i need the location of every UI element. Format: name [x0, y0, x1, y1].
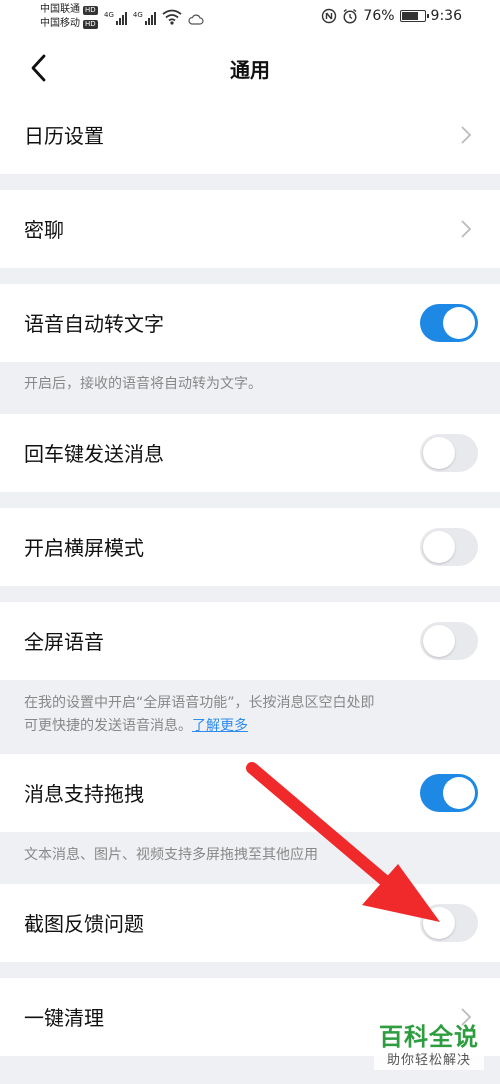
row-label: 密聊: [24, 218, 64, 242]
carrier-1: 中国联通: [40, 4, 80, 15]
fullscreen-voice-toggle[interactable]: [420, 622, 478, 660]
fullscreen-voice-note: 在我的设置中开启“全屏语音功能”，长按消息区空白处即 可更快捷的发送语音消息。了…: [24, 692, 474, 738]
hd-badge-1: HD: [83, 5, 98, 15]
page-title: 通用: [230, 58, 270, 82]
toggle-knob: [443, 307, 475, 339]
voice-to-text-note: 开启后，接收的语音将自动转为文字。: [24, 376, 262, 392]
row-label: 开启横屏模式: [24, 536, 144, 560]
signal-group: 4G 4G: [104, 9, 204, 25]
row-calendar-settings[interactable]: 日历设置: [0, 96, 500, 174]
carrier-2: 中国移动: [40, 18, 80, 29]
row-label: 回车键发送消息: [24, 442, 164, 466]
toggle-knob: [423, 625, 455, 657]
voice-to-text-toggle[interactable]: [420, 304, 478, 342]
network-type-2: 4G: [132, 11, 143, 19]
toggle-knob: [443, 777, 475, 809]
battery-icon: [399, 10, 429, 22]
carrier-info: 中国联通 HD 中国移动 HD: [40, 3, 98, 31]
watermark-subtitle: 助你轻松解决: [374, 1052, 484, 1070]
toggle-knob: [423, 531, 455, 563]
nav-bar: 通用: [0, 36, 500, 100]
network-type-1: 4G: [104, 11, 114, 19]
toggle-knob: [423, 437, 455, 469]
chevron-right-icon: [461, 126, 472, 144]
cloud-icon: [188, 14, 204, 25]
note-line-2: 可更快捷的发送语音消息。了解更多: [24, 715, 474, 738]
row-label: 日历设置: [24, 124, 104, 148]
nfc-icon: [322, 8, 337, 24]
status-right: 76% 9:36: [321, 8, 462, 24]
row-label: 截图反馈问题: [24, 912, 144, 936]
watermark-logo: 百科全说 助你轻松解决: [374, 1022, 484, 1070]
battery-fill: [401, 12, 418, 20]
learn-more-link[interactable]: 了解更多: [192, 718, 248, 734]
signal-icon-1: 4G: [104, 11, 127, 25]
row-enter-send: 回车键发送消息: [0, 414, 500, 492]
hd-badge-2: HD: [83, 19, 98, 29]
row-voice-to-text: 语音自动转文字: [0, 284, 500, 362]
screenshot-feedback-toggle[interactable]: [420, 904, 478, 942]
watermark-title: 百科全说: [379, 1023, 479, 1051]
clock: 9:36: [430, 8, 462, 24]
wifi-icon: [162, 9, 182, 25]
note-line-2-text: 可更快捷的发送语音消息。: [24, 718, 192, 734]
enter-send-toggle[interactable]: [420, 434, 478, 472]
chevron-right-icon: [461, 220, 472, 238]
status-bar: 中国联通 HD 中国移动 HD 4G 4G 76% 9:36: [0, 0, 500, 36]
row-screenshot-feedback: 截图反馈问题: [0, 884, 500, 962]
row-label: 一键清理: [24, 1006, 104, 1030]
row-label: 语音自动转文字: [24, 312, 164, 336]
row-landscape-mode: 开启横屏模式: [0, 508, 500, 586]
drag-messages-toggle[interactable]: [420, 774, 478, 812]
row-drag-messages: 消息支持拖拽: [0, 754, 500, 832]
landscape-toggle[interactable]: [420, 528, 478, 566]
signal-icon-2: 4G: [133, 11, 156, 25]
alarm-icon: [343, 8, 357, 24]
toggle-knob: [423, 907, 455, 939]
row-fullscreen-voice: 全屏语音: [0, 602, 500, 680]
row-label: 全屏语音: [24, 630, 104, 654]
note-line-1: 在我的设置中开启“全屏语音功能”，长按消息区空白处即: [24, 695, 375, 711]
row-secret-chat[interactable]: 密聊: [0, 190, 500, 268]
battery-percent: 76%: [363, 8, 395, 24]
row-label: 消息支持拖拽: [24, 782, 144, 806]
drag-messages-note: 文本消息、图片、视频支持多屏拖拽至其他应用: [24, 847, 318, 863]
